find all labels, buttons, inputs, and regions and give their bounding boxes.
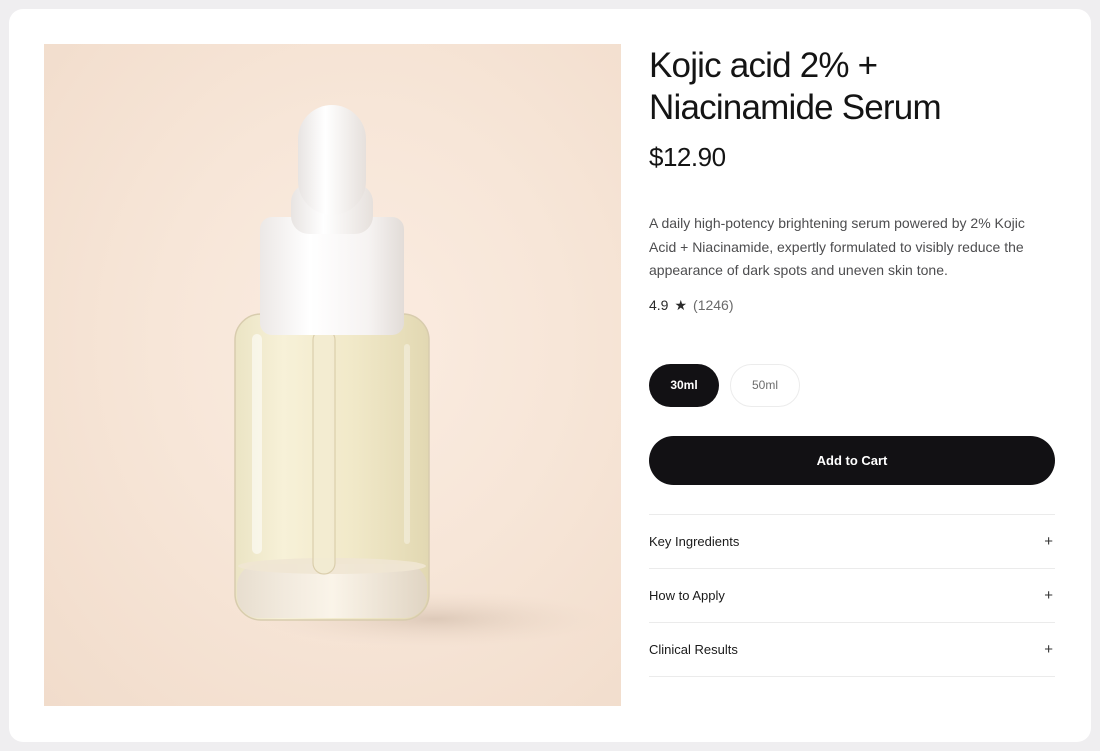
rating-value: 4.9 — [649, 297, 669, 313]
accordion-label: Key Ingredients — [649, 533, 740, 549]
size-option-30ml[interactable]: 30ml — [649, 363, 719, 407]
product-title: Kojic acid 2% + Niacinamide Serum — [649, 46, 942, 127]
plus-icon: + — [1044, 586, 1053, 604]
size-selector: 30ml 50ml — [649, 363, 1055, 407]
review-count[interactable]: (1246) — [693, 297, 733, 313]
plus-icon: + — [1044, 532, 1053, 550]
star-icon: ★ — [674, 296, 688, 313]
product-image — [44, 44, 621, 706]
product-card: Kojic acid 2% + Niacinamide Serum $12.90… — [9, 9, 1091, 742]
product-rating: 4.9 ★ (1246) — [649, 297, 1055, 314]
product-info: Kojic acid 2% + Niacinamide Serum $12.90… — [649, 45, 1055, 677]
product-price: $12.90 — [649, 142, 726, 172]
product-accordion: Key Ingredients + How to Apply + Clinica… — [649, 513, 1055, 677]
product-description: A daily high-potency brightening serum p… — [649, 215, 1025, 278]
accordion-label: Clinical Results — [649, 641, 738, 657]
accordion-how-to-apply[interactable]: How to Apply + — [649, 569, 1055, 623]
plus-icon: + — [1044, 640, 1053, 658]
accordion-key-ingredients[interactable]: Key Ingredients + — [649, 515, 1055, 569]
add-to-cart-button[interactable]: Add to Cart — [649, 435, 1055, 485]
serum-bottle-illustration — [234, 105, 604, 647]
accordion-clinical-results[interactable]: Clinical Results + — [649, 623, 1055, 677]
size-option-50ml[interactable]: 50ml — [730, 363, 800, 407]
accordion-label: How to Apply — [649, 587, 725, 603]
